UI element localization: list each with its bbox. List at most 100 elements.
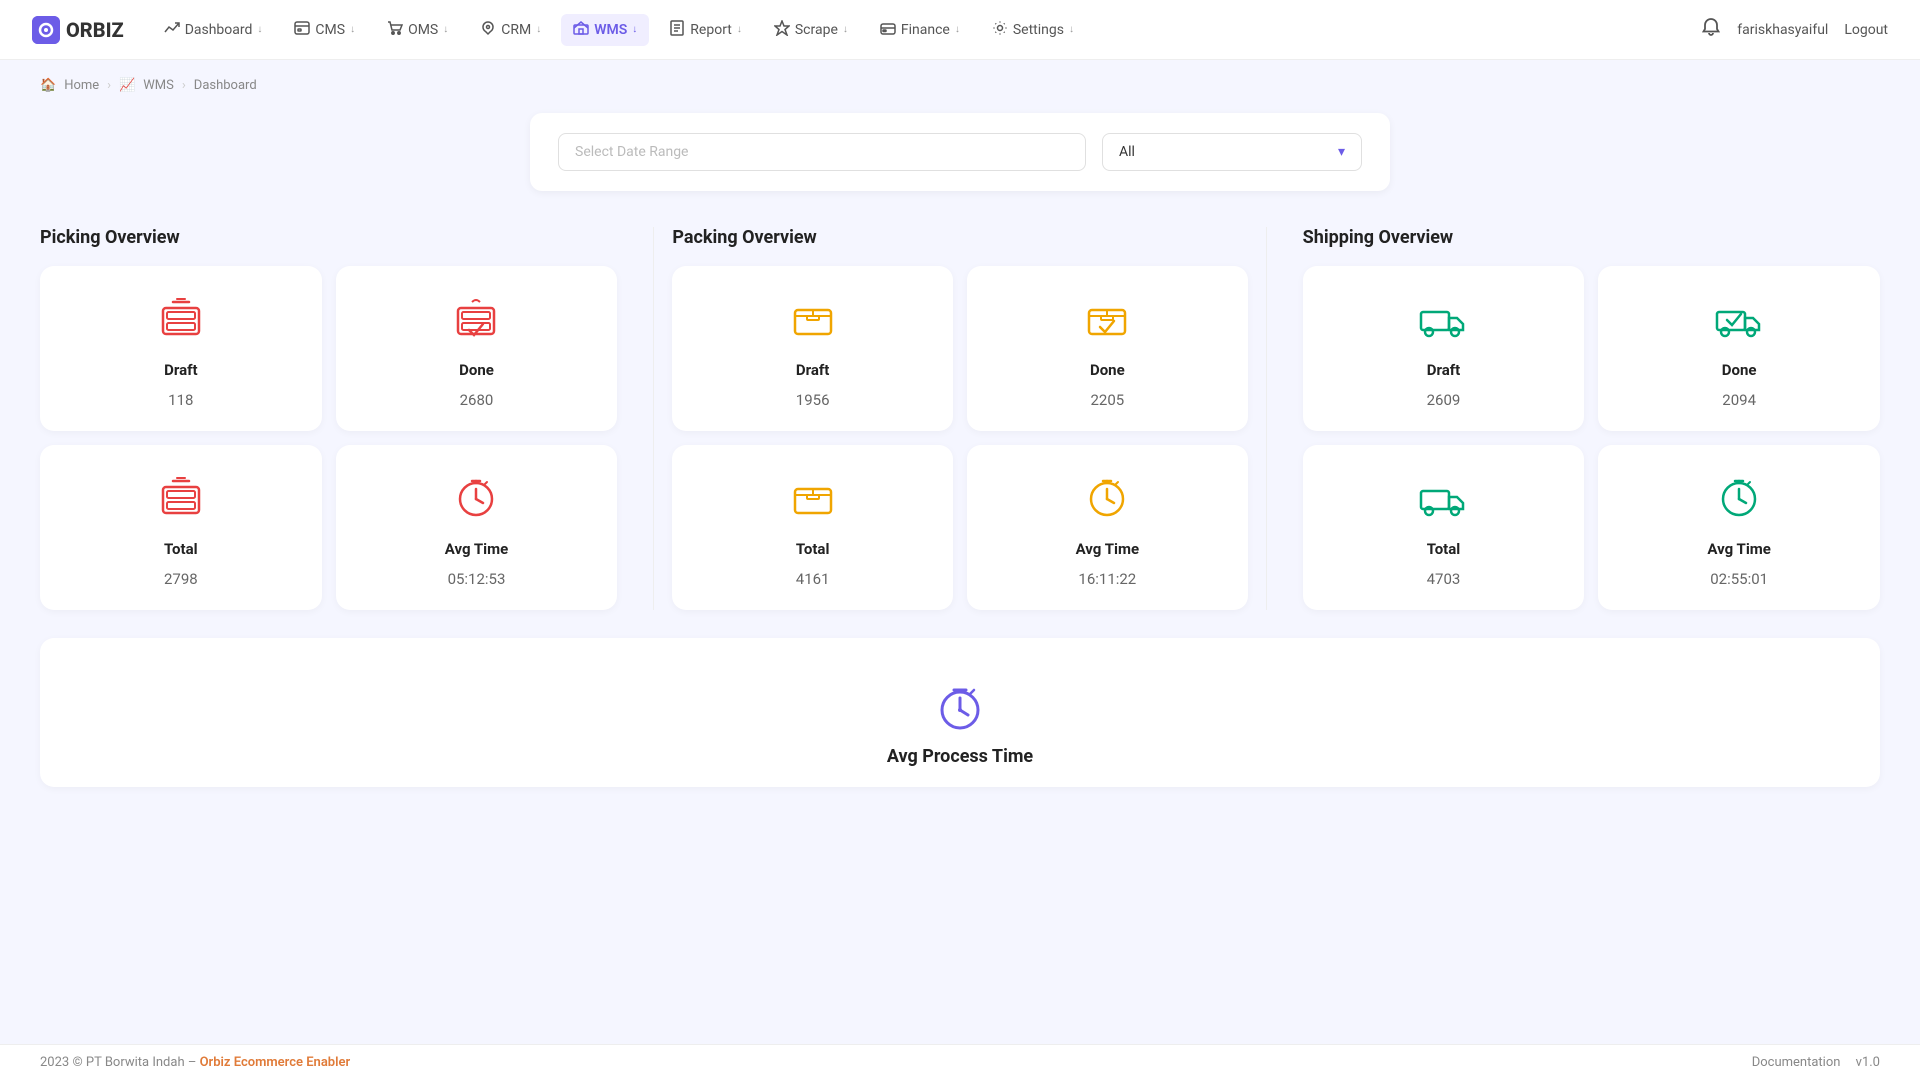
- nav-item-finance[interactable]: Finance ↓: [868, 14, 972, 46]
- nav-dashboard-arrow: ↓: [257, 24, 262, 35]
- shipping-total-value: 4703: [1427, 570, 1461, 588]
- packing-avgtime-value: 16:11:22: [1078, 570, 1136, 588]
- main-content: Select Date Range All ▾ Picking Overview: [0, 103, 1920, 827]
- nav-username[interactable]: fariskhasyaiful: [1737, 22, 1828, 38]
- avg-process-icon: [932, 678, 988, 738]
- shipping-draft-label: Draft: [1427, 361, 1460, 379]
- breadcrumb-wms[interactable]: WMS: [143, 78, 174, 93]
- nav-crm-arrow: ↓: [536, 24, 541, 35]
- bell-icon[interactable]: [1701, 17, 1721, 42]
- oms-icon: [387, 20, 403, 40]
- picking-total-icon: [157, 473, 205, 528]
- shipping-overview-title: Shipping Overview: [1303, 227, 1880, 248]
- shipping-avgtime-label: Avg Time: [1707, 540, 1770, 558]
- packing-done-value: 2205: [1090, 391, 1124, 409]
- packing-total-card[interactable]: Total 4161: [672, 445, 953, 610]
- picking-done-label: Done: [459, 361, 494, 379]
- picking-total-label: Total: [164, 540, 198, 558]
- picking-draft-card[interactable]: Draft 118: [40, 266, 322, 431]
- avg-process-title: Avg Process Time: [887, 746, 1033, 767]
- shipping-overview-section: Shipping Overview Draft 2609: [1267, 227, 1880, 610]
- packing-done-icon: [1083, 294, 1131, 349]
- crm-icon: [480, 20, 496, 40]
- avg-process-section: Avg Process Time: [40, 638, 1880, 787]
- nav-item-settings[interactable]: Settings ↓: [980, 14, 1086, 46]
- nav-dashboard-label: Dashboard: [185, 22, 253, 38]
- nav-crm-label: CRM: [501, 22, 531, 38]
- logout-button[interactable]: Logout: [1844, 22, 1888, 38]
- packing-overview-section: Packing Overview Draft 1956: [653, 227, 1266, 610]
- nav-item-wms[interactable]: WMS ↓: [561, 14, 649, 46]
- picking-cards: Draft 118 Done 2680: [40, 266, 617, 610]
- picking-total-card[interactable]: Total 2798: [40, 445, 322, 610]
- packing-overview-title: Packing Overview: [672, 227, 1247, 248]
- nav-right: fariskhasyaiful Logout: [1701, 17, 1888, 42]
- shipping-avgtime-value: 02:55:01: [1710, 570, 1768, 588]
- footer-doc-label[interactable]: Documentation: [1752, 1055, 1841, 1070]
- picking-draft-value: 118: [168, 391, 193, 409]
- settings-icon: [992, 20, 1008, 40]
- picking-overview-title: Picking Overview: [40, 227, 617, 248]
- packing-done-card[interactable]: Done 2205: [967, 266, 1248, 431]
- nav-cms-arrow: ↓: [350, 24, 355, 35]
- shipping-done-value: 2094: [1722, 391, 1756, 409]
- logo[interactable]: ORBIZ: [32, 16, 124, 44]
- breadcrumb-page: Dashboard: [194, 78, 257, 93]
- picking-avgtime-card[interactable]: Avg Time 05:12:53: [336, 445, 618, 610]
- nav-item-cms[interactable]: CMS ↓: [282, 14, 367, 46]
- breadcrumb-home-icon: 🏠: [40, 78, 56, 93]
- filter-bar: Select Date Range All ▾: [530, 113, 1390, 191]
- category-select[interactable]: All ▾: [1102, 133, 1362, 171]
- shipping-total-card[interactable]: Total 4703: [1303, 445, 1585, 610]
- packing-draft-icon: [789, 294, 837, 349]
- picking-avgtime-icon: [452, 473, 500, 528]
- shipping-done-icon: [1715, 294, 1763, 349]
- chevron-down-icon: ▾: [1338, 144, 1345, 160]
- picking-draft-icon: [157, 294, 205, 349]
- packing-avgtime-card[interactable]: Avg Time 16:11:22: [967, 445, 1248, 610]
- nav-finance-arrow: ↓: [955, 24, 960, 35]
- shipping-draft-value: 2609: [1427, 391, 1461, 409]
- nav-scrape-label: Scrape: [795, 22, 838, 38]
- shipping-total-icon: [1419, 473, 1467, 528]
- nav-item-dashboard[interactable]: Dashboard ↓: [152, 14, 275, 46]
- picking-done-icon: [452, 294, 500, 349]
- nav-item-oms[interactable]: OMS ↓: [375, 14, 460, 46]
- nav-item-report[interactable]: Report ↓: [657, 14, 754, 46]
- finance-icon: [880, 20, 896, 40]
- shipping-draft-icon: [1419, 294, 1467, 349]
- shipping-done-label: Done: [1722, 361, 1757, 379]
- dashboard-icon: [164, 20, 180, 40]
- nav-item-scrape[interactable]: Scrape ↓: [762, 14, 860, 46]
- picking-avgtime-label: Avg Time: [445, 540, 508, 558]
- breadcrumb-home[interactable]: Home: [64, 78, 99, 93]
- select-value: All: [1119, 144, 1135, 160]
- packing-cards: Draft 1956 Done 2205: [672, 266, 1247, 610]
- picking-done-card[interactable]: Done 2680: [336, 266, 618, 431]
- nav-wms-label: WMS: [594, 22, 627, 38]
- picking-total-value: 2798: [164, 570, 198, 588]
- footer-brand[interactable]: Orbiz Ecommerce Enabler: [200, 1055, 351, 1070]
- picking-draft-label: Draft: [164, 361, 197, 379]
- shipping-avgtime-icon: [1715, 473, 1763, 528]
- footer-version: v1.0: [1856, 1055, 1880, 1070]
- packing-total-value: 4161: [796, 570, 830, 588]
- shipping-done-card[interactable]: Done 2094: [1598, 266, 1880, 431]
- packing-total-icon: [789, 473, 837, 528]
- picking-overview-section: Picking Overview Draft 118: [40, 227, 653, 610]
- logo-icon: [32, 16, 60, 44]
- footer: 2023 © PT Borwita Indah – Orbiz Ecommerc…: [0, 1044, 1920, 1080]
- picking-done-value: 2680: [460, 391, 494, 409]
- shipping-avgtime-card[interactable]: Avg Time 02:55:01: [1598, 445, 1880, 610]
- nav-finance-label: Finance: [901, 22, 950, 38]
- footer-right: Documentation v1.0: [1752, 1055, 1880, 1070]
- nav-item-crm[interactable]: CRM ↓: [468, 14, 553, 46]
- navbar: ORBIZ Dashboard ↓ CMS ↓: [0, 0, 1920, 60]
- nav-wms-arrow: ↓: [632, 24, 637, 35]
- shipping-draft-card[interactable]: Draft 2609: [1303, 266, 1585, 431]
- date-range-input[interactable]: Select Date Range: [558, 133, 1086, 171]
- scrape-icon: [774, 20, 790, 40]
- packing-draft-card[interactable]: Draft 1956: [672, 266, 953, 431]
- packing-total-label: Total: [796, 540, 830, 558]
- packing-done-label: Done: [1090, 361, 1125, 379]
